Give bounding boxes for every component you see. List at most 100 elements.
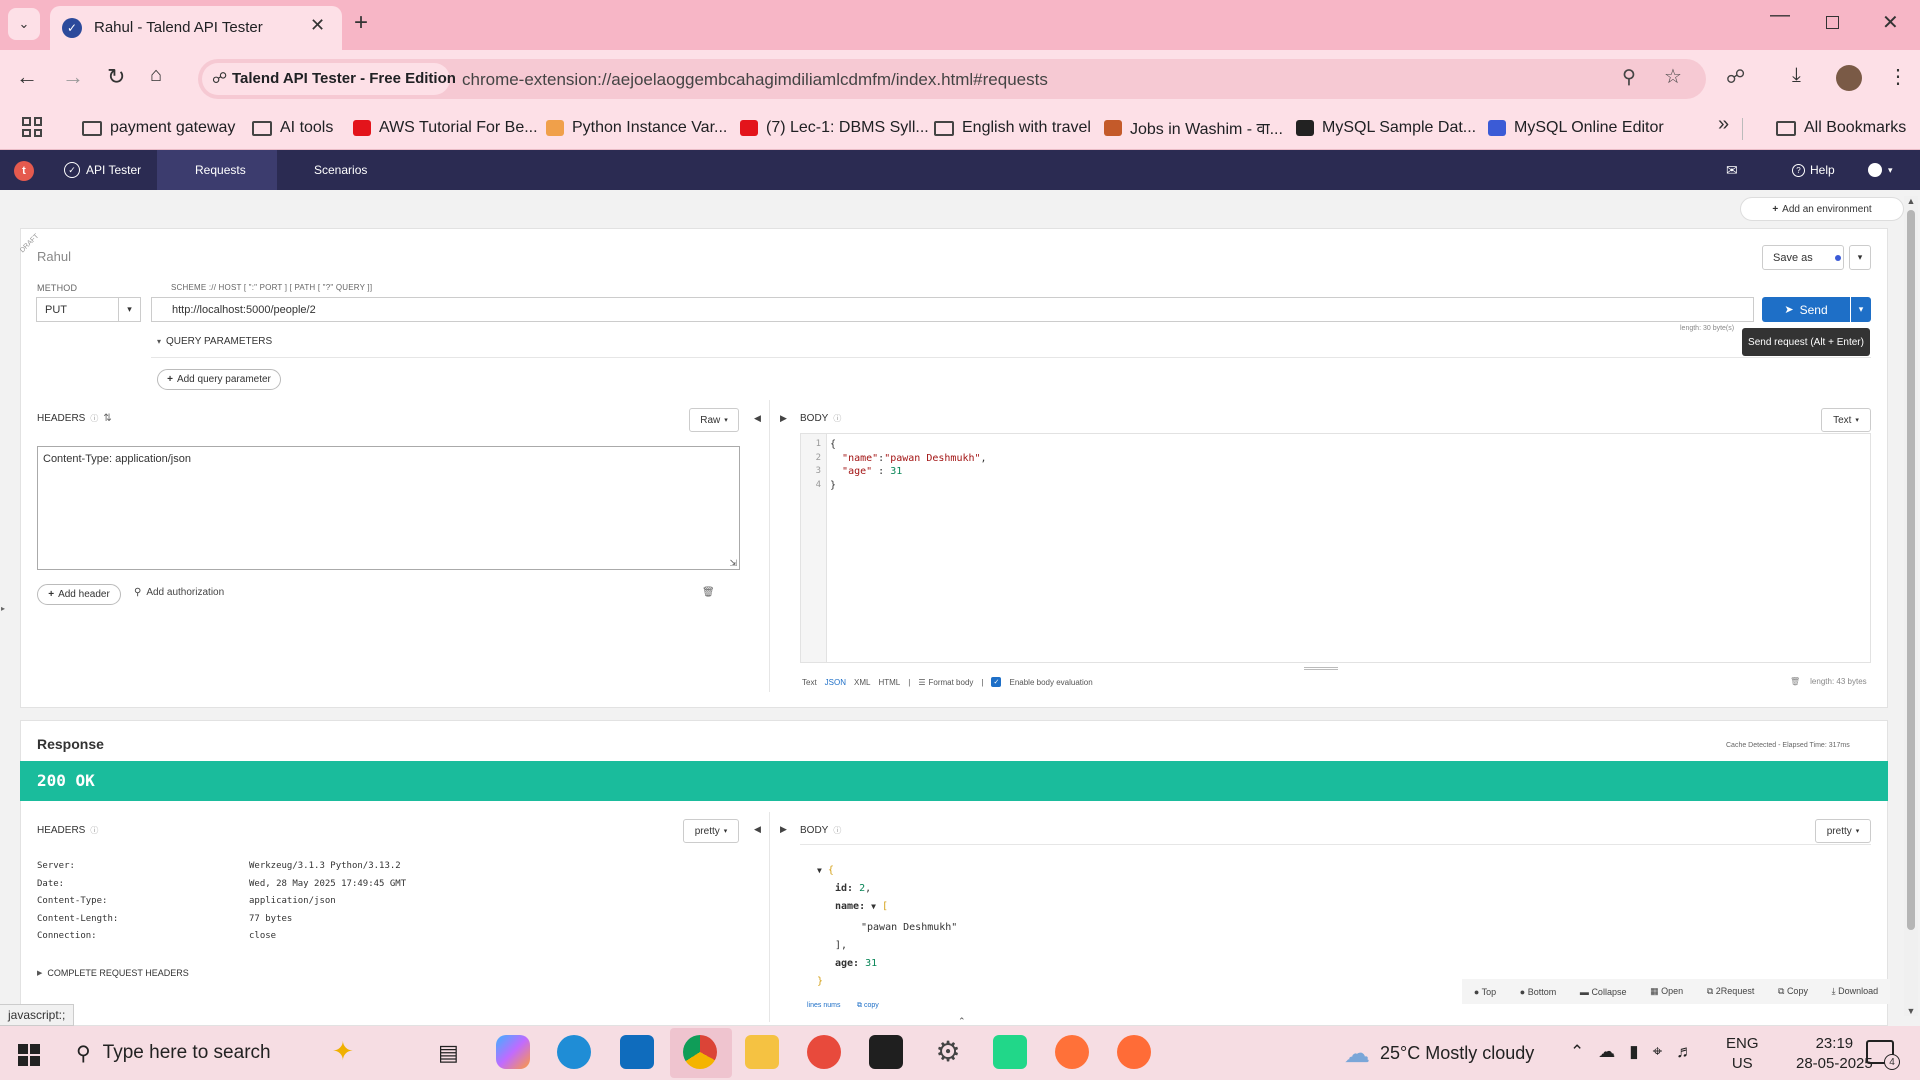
download-icon[interactable]: ⤓ [1792, 64, 1801, 87]
bookmark-item[interactable]: English with travel [934, 114, 1091, 142]
tab-requests[interactable]: Requests [195, 150, 246, 190]
back-icon[interactable]: ← [16, 64, 38, 90]
trash-icon[interactable]: 🗑 [702, 587, 715, 598]
bookmark-item[interactable]: payment gateway [82, 114, 235, 142]
close-window-button[interactable]: ✕ [1882, 10, 1899, 35]
query-params-toggle[interactable]: ▾ QUERY PARAMETERS [157, 336, 272, 347]
resize-handle-icon[interactable]: ⇲ [729, 558, 737, 569]
to-request-button[interactable]: ⧉ 2Request [1707, 986, 1754, 997]
tab-search-button[interactable]: ⌄ [8, 8, 40, 40]
bookmark-item[interactable]: Python Instance Var... [546, 114, 727, 142]
send-button[interactable]: ➤ Send [1762, 297, 1850, 322]
top-button[interactable]: ● Top [1474, 987, 1496, 997]
collapse-button[interactable]: ▬ Collapse [1580, 987, 1627, 997]
close-tab-icon[interactable]: ✕ [310, 15, 325, 36]
bookmark-item[interactable]: AI tools [252, 114, 333, 142]
all-bookmarks[interactable]: All Bookmarks [1776, 114, 1906, 142]
request-name[interactable]: Rahul [37, 249, 71, 264]
help-button[interactable]: ? Help [1792, 150, 1835, 190]
send-options-dropdown[interactable]: ▾ [1851, 297, 1871, 322]
bookmark-star-icon[interactable]: ☆ [1664, 64, 1682, 89]
pycharm-icon[interactable] [993, 1035, 1027, 1069]
format-html[interactable]: HTML [878, 678, 900, 687]
bookmark-item[interactable]: MySQL Online Editor [1488, 114, 1664, 142]
json-field-name[interactable]: name: ▼ [ [817, 898, 957, 916]
expand-right-icon[interactable]: ▶ [780, 413, 787, 424]
collapse-left-icon[interactable]: ◀ [754, 413, 761, 424]
file-explorer-icon[interactable] [745, 1035, 779, 1069]
collapse-left-icon[interactable]: ◀ [754, 824, 761, 835]
scroll-up-icon[interactable]: ▲ [1904, 196, 1918, 206]
battery-icon[interactable]: ▮ [1629, 1042, 1638, 1062]
settings-icon[interactable]: ⚙ [931, 1035, 965, 1069]
expand-right-icon[interactable]: ▶ [780, 824, 787, 835]
json-root-open[interactable]: ▼ { [817, 862, 957, 880]
nav-api-tester[interactable]: ✓ API Tester [64, 150, 141, 190]
menu-icon[interactable]: ⋮ [1888, 64, 1908, 89]
chrome-icon[interactable] [683, 1035, 717, 1069]
profile-avatar[interactable] [1836, 65, 1862, 91]
response-body-mode[interactable]: pretty ▾ [1815, 819, 1871, 843]
bookmark-item[interactable]: (7) Lec-1: DBMS Syll... [740, 114, 929, 142]
taskbar-search[interactable]: ⚲ Type here to search ✦ [60, 1030, 420, 1076]
postman-icon[interactable] [1117, 1035, 1151, 1069]
scroll-thumb[interactable] [1907, 210, 1915, 930]
add-header-button[interactable]: + Add header [37, 584, 121, 605]
weather-widget[interactable]: ☁ 25°C Mostly cloudy [1344, 1038, 1534, 1069]
sort-icon[interactable]: ⇅ [103, 413, 111, 424]
scroll-down-icon[interactable]: ▼ [1904, 1006, 1918, 1016]
forward-icon[interactable]: → [62, 64, 84, 90]
add-environment-button[interactable]: + Add an environment [1740, 197, 1904, 221]
complete-headers-toggle[interactable]: ▶ COMPLETE REQUEST HEADERS [37, 968, 189, 978]
bookmark-item[interactable]: MySQL Sample Dat... [1296, 114, 1476, 142]
language-indicator[interactable]: ENG US [1726, 1034, 1759, 1074]
download-button[interactable]: ⤓ Download [1832, 986, 1879, 997]
save-options-dropdown[interactable]: ▾ [1849, 245, 1871, 270]
tab-scenarios[interactable]: Scenarios [314, 150, 367, 190]
clock[interactable]: 23:19 28-05-2025 [1796, 1034, 1873, 1074]
onedrive-icon[interactable]: ☁ [1598, 1042, 1615, 1062]
request-url-input[interactable]: http://localhost:5000/people/2 [151, 297, 1754, 322]
page-scrollbar[interactable]: ▲ ▼ [1904, 196, 1918, 1016]
minimize-button[interactable]: — [1770, 4, 1790, 27]
response-headers-mode[interactable]: pretty ▾ [683, 819, 739, 843]
edge-icon[interactable] [557, 1035, 591, 1069]
wps-office-icon[interactable] [807, 1035, 841, 1069]
new-tab-button[interactable]: + [354, 9, 368, 37]
add-query-param-button[interactable]: + Add query parameter [157, 369, 281, 390]
home-icon[interactable]: ⌂ [150, 64, 162, 87]
format-text[interactable]: Text [802, 678, 817, 687]
volume-icon[interactable]: ♬ [1676, 1042, 1693, 1062]
outlook-icon[interactable] [620, 1035, 654, 1069]
site-chip[interactable]: ☍ Talend API Tester - Free Edition [202, 63, 456, 95]
url-text[interactable]: chrome-extension://aejoelaoggembcahagimd… [462, 70, 1048, 90]
lines-nums-toggle[interactable]: lines nums [807, 1002, 840, 1009]
restore-button[interactable] [1826, 16, 1839, 29]
format-xml[interactable]: XML [854, 678, 870, 687]
start-button[interactable] [18, 1044, 40, 1066]
apps-grid-icon[interactable] [22, 117, 42, 137]
trash-icon[interactable]: 🗑 [1790, 677, 1800, 686]
wifi-icon[interactable]: ⌖ [1653, 1042, 1663, 1062]
extensions-icon[interactable]: ☍ [1726, 66, 1745, 89]
open-button[interactable]: ▦ Open [1650, 986, 1683, 997]
firefox-icon[interactable] [1055, 1035, 1089, 1069]
chevron-up-icon[interactable]: ⌃ [1570, 1042, 1584, 1062]
method-select[interactable]: PUT ▾ [36, 297, 141, 322]
copilot-icon[interactable] [496, 1035, 530, 1069]
browser-tab[interactable]: ✓ Rahul - Talend API Tester ✕ [50, 6, 342, 50]
reload-icon[interactable]: ↻ [107, 64, 125, 90]
more-bookmarks-icon[interactable]: » [1718, 113, 1729, 136]
chat-icon[interactable]: ✉ [1726, 150, 1738, 190]
body-type-select[interactable]: Text ▾ [1821, 408, 1871, 432]
format-body-button[interactable]: ☰ Format body [918, 678, 973, 687]
zoom-icon[interactable]: ⚲ [1622, 66, 1636, 89]
enable-eval-checkbox[interactable]: ✓ [991, 677, 1002, 687]
bottom-button[interactable]: ● Bottom [1520, 987, 1556, 997]
account-menu[interactable]: ▾ [1868, 150, 1893, 190]
copy-button[interactable]: ⧉ Copy [1778, 986, 1808, 997]
task-view-icon[interactable]: ▤ [438, 1040, 459, 1066]
save-as-button[interactable]: Save as [1762, 245, 1844, 270]
sticky-notes-icon[interactable] [869, 1035, 903, 1069]
headers-textarea[interactable]: Content-Type: application/json ⇲ [37, 446, 740, 570]
